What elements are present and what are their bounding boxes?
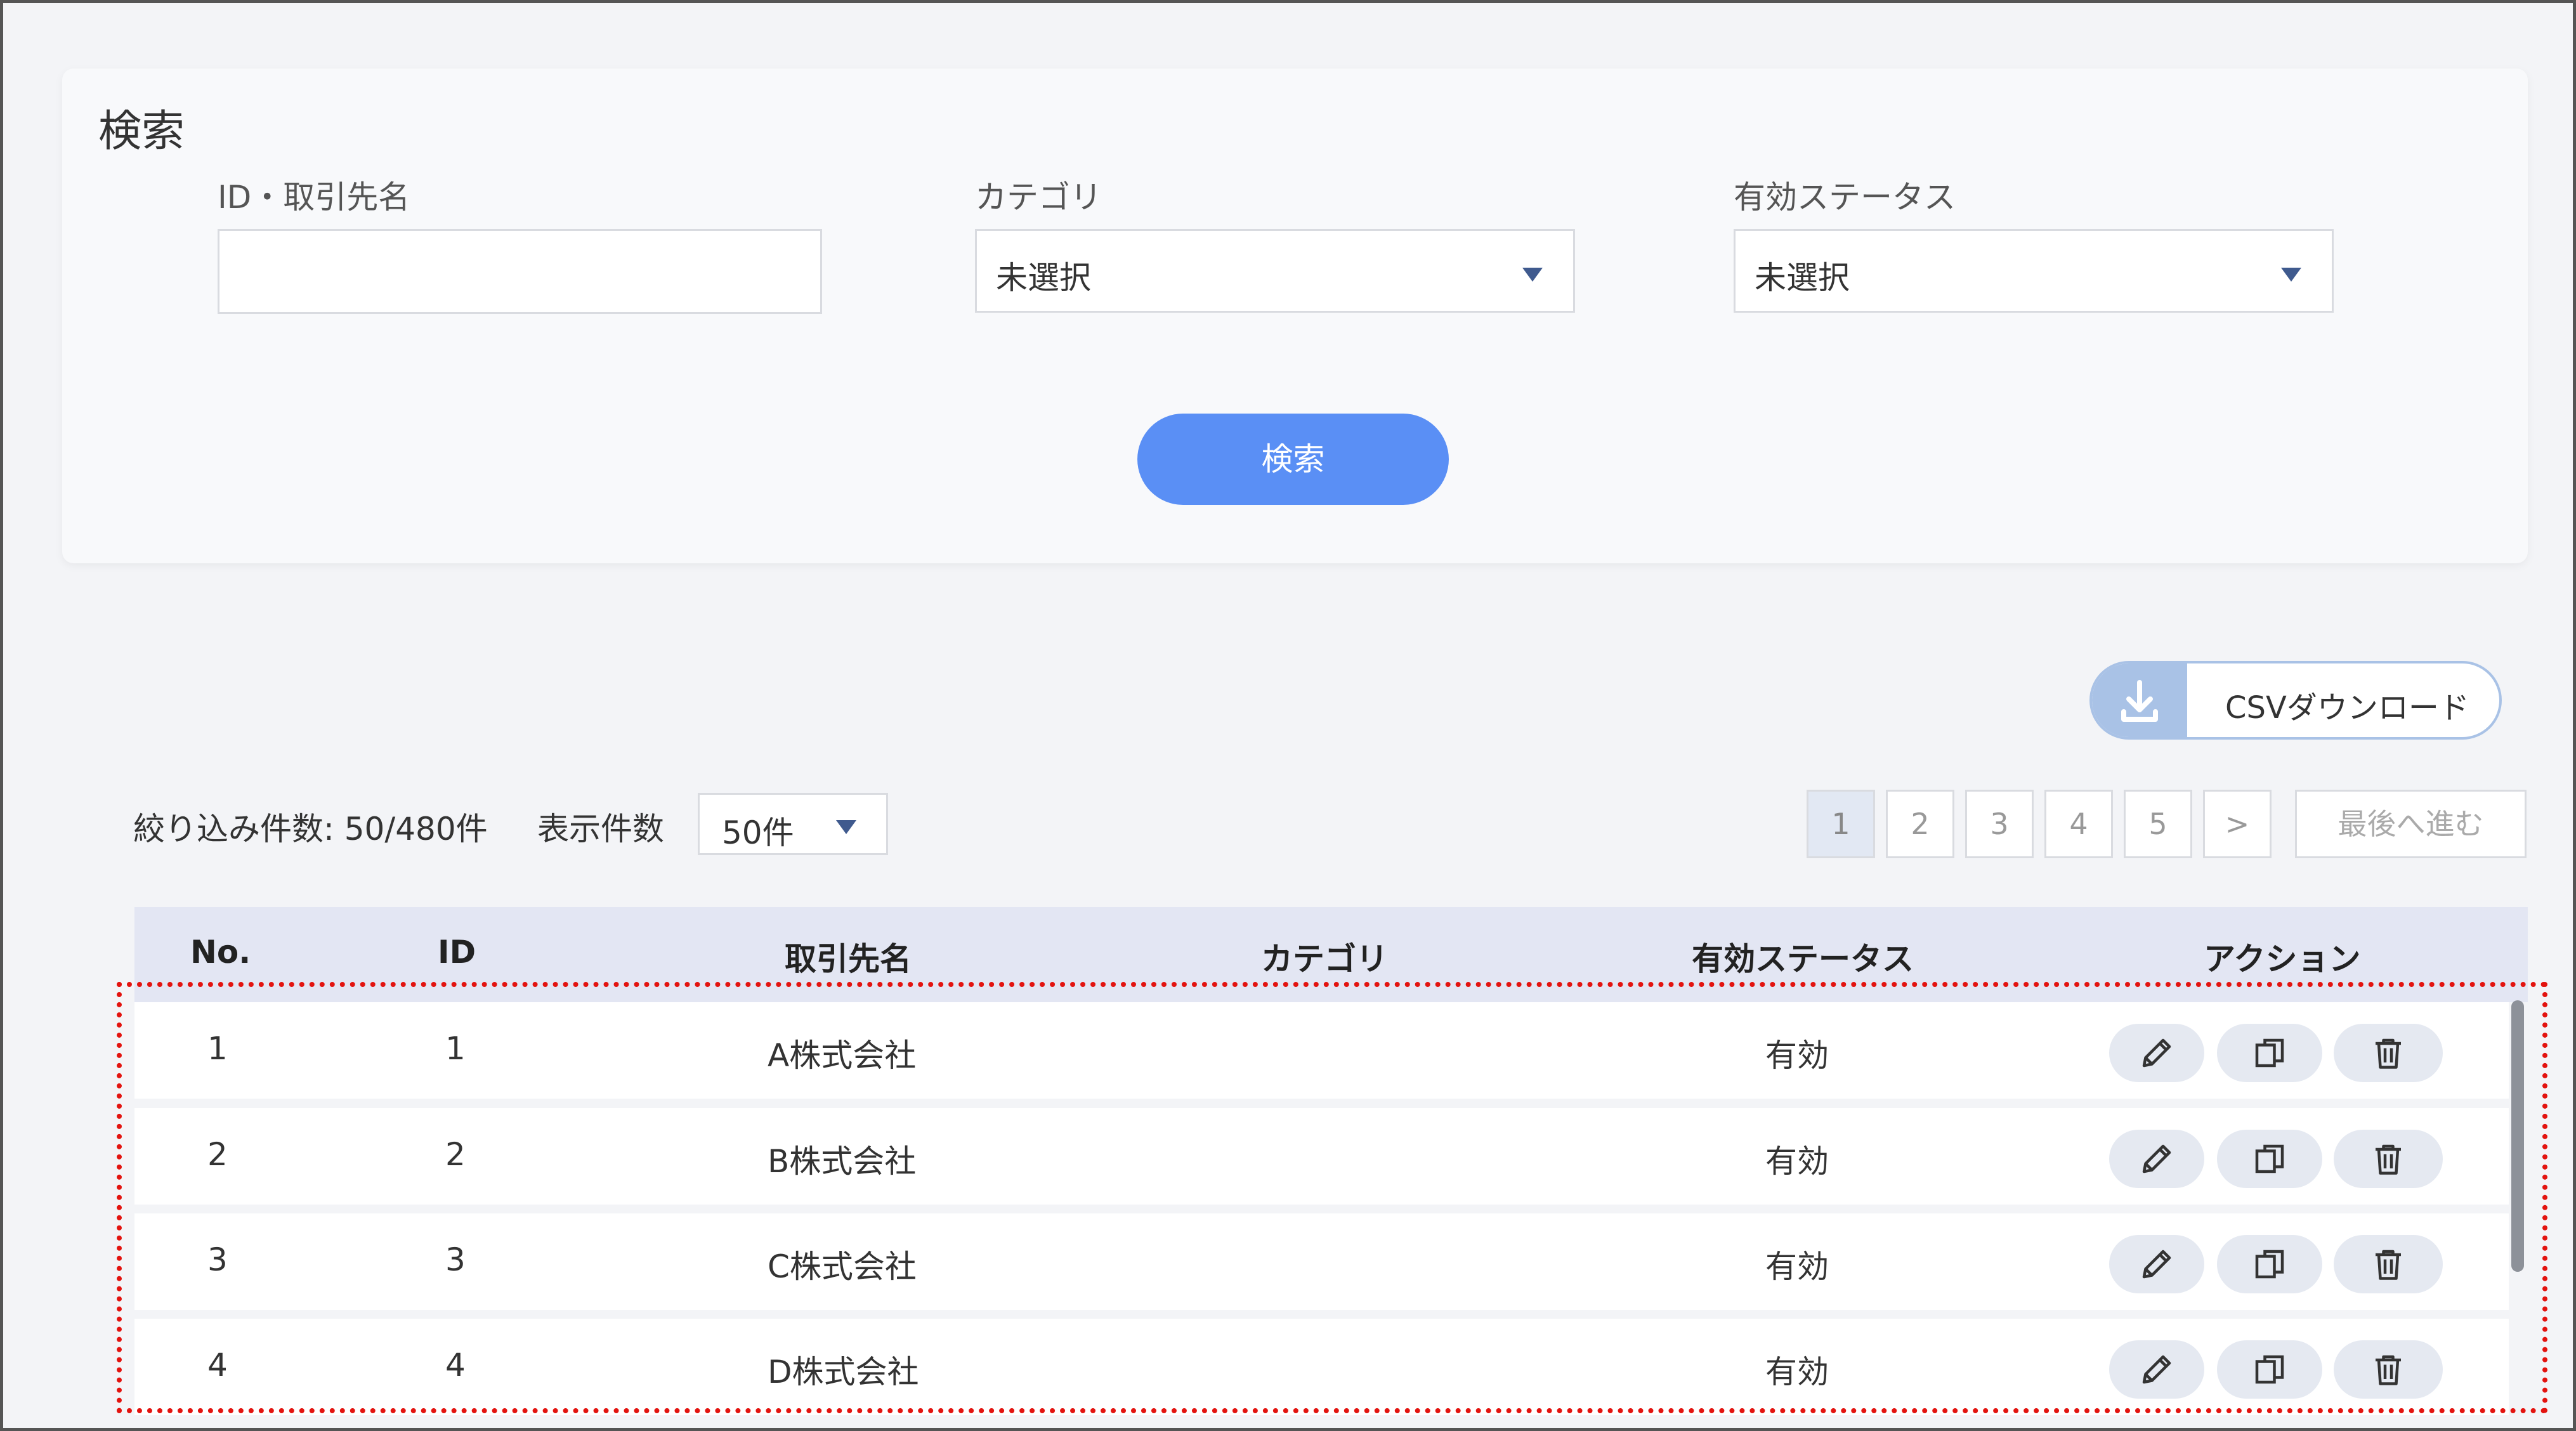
status-select-value: 未選択 — [1755, 259, 1850, 296]
page-button-1[interactable]: 1 — [1807, 790, 1875, 858]
category-label: カテゴリ — [975, 179, 1102, 216]
page-button-2[interactable]: 2 — [1886, 790, 1954, 858]
column-header-id: ID — [438, 934, 476, 970]
result-count: 絞り込み件数: 50/480件 — [133, 811, 488, 847]
chevron-down-icon — [2281, 268, 2301, 282]
chevron-down-icon — [836, 820, 856, 834]
per-page-label: 表示件数 — [537, 811, 664, 847]
column-header-status: 有効ステータス — [1692, 941, 1914, 977]
page-button-4[interactable]: 4 — [2044, 790, 2113, 858]
highlight-box — [117, 982, 2547, 1413]
search-button[interactable]: 検索 — [1137, 414, 1449, 505]
column-header-name: 取引先名 — [785, 941, 912, 977]
category-select-value: 未選択 — [996, 259, 1091, 296]
page-button-5[interactable]: 5 — [2124, 790, 2192, 858]
category-select[interactable]: 未選択 — [975, 229, 1575, 313]
page-button-3[interactable]: 3 — [1965, 790, 2034, 858]
download-icon — [2092, 663, 2187, 737]
csv-download-label: CSVダウンロード — [2225, 690, 2469, 726]
status-label: 有効ステータス — [1734, 179, 1956, 216]
chevron-down-icon — [1522, 268, 1543, 282]
per-page-value: 50件 — [722, 814, 794, 851]
per-page-select[interactable]: 50件 — [698, 793, 888, 855]
column-header-category: カテゴリ — [1261, 941, 1388, 977]
next-page-button[interactable]: > — [2203, 790, 2272, 858]
id-name-label: ID・取引先名 — [218, 179, 410, 216]
column-header-action: アクション — [2204, 941, 2361, 977]
last-page-button[interactable]: 最後へ進む — [2295, 790, 2527, 858]
csv-download-button[interactable]: CSVダウンロード — [2089, 661, 2502, 740]
column-header-no: No. — [190, 934, 251, 970]
search-title: 検索 — [98, 107, 185, 157]
status-select[interactable]: 未選択 — [1734, 229, 2334, 313]
page-frame: 検索 ID・取引先名 カテゴリ 未選択 有効ステータス 未選択 検索 CSVダウ… — [0, 0, 2576, 1431]
id-name-input[interactable] — [218, 229, 822, 314]
